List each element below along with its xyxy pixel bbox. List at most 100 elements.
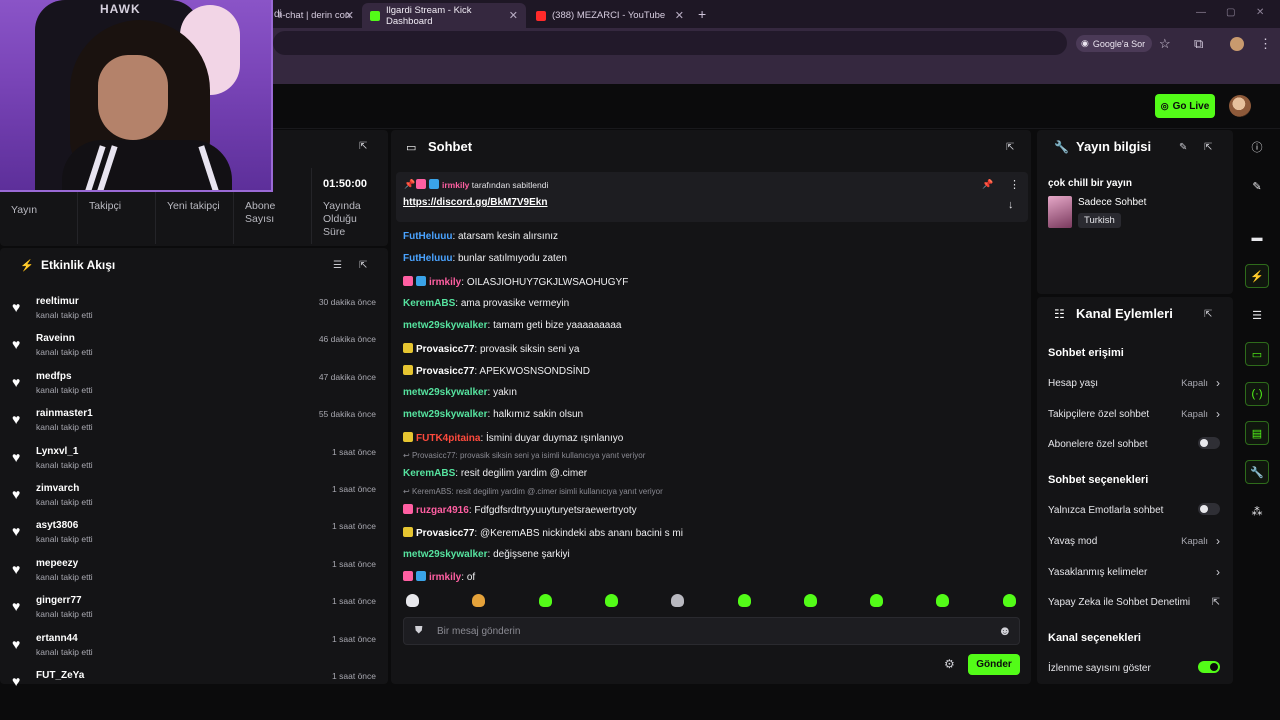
chat-username[interactable]: irmkily xyxy=(429,572,461,583)
chevron-right-icon[interactable]: › xyxy=(1216,407,1220,421)
monitor-icon[interactable]: ▬ xyxy=(1245,226,1269,250)
list-item[interactable]: ♥ Lynxvl_1 kanalı takip etti 1 saat önce xyxy=(12,446,378,482)
emote-icon[interactable] xyxy=(538,594,552,607)
chat-message[interactable]: metw29skywalker: yakın xyxy=(403,387,517,398)
chat-username[interactable]: FutHeluuu xyxy=(403,253,452,264)
list-item[interactable]: ♥ reeltimur kanalı takip etti 30 dakika önc… xyxy=(12,296,378,332)
emote-icon[interactable] xyxy=(936,594,950,607)
option-row[interactable]: İzlenme sayısını göster xyxy=(1048,660,1222,674)
toggle-switch[interactable] xyxy=(1198,437,1220,450)
emote-icon[interactable] xyxy=(803,594,817,607)
chat-username[interactable]: metw29skywalker xyxy=(403,387,488,398)
list-item[interactable]: ♥ gingerr77 kanalı takip etti 1 saat önce xyxy=(12,595,378,631)
chat-message[interactable]: Provasicc77: @KeremABS nickindeki abs an… xyxy=(403,526,683,539)
wrench-icon[interactable]: 🔧 xyxy=(1245,460,1269,484)
bookmark-star-icon[interactable]: ☆ xyxy=(1159,36,1171,52)
url-text[interactable]: di xyxy=(274,9,282,20)
chat-username[interactable]: Provasicc77 xyxy=(416,528,474,539)
option-row[interactable]: Yavaş mod Kapalı › xyxy=(1048,534,1222,548)
chat-message[interactable]: irmkily: of xyxy=(403,571,475,583)
stats-icon[interactable]: ▤ xyxy=(1245,421,1269,445)
option-row[interactable]: Takipçilere özel sohbet Kapalı › xyxy=(1048,407,1222,421)
toggle-switch[interactable] xyxy=(1198,660,1220,673)
filter-icon[interactable]: ☰ xyxy=(333,260,342,271)
chat-username[interactable]: irmkily xyxy=(429,277,461,288)
emote-icon[interactable] xyxy=(737,594,751,607)
url-field[interactable] xyxy=(273,31,1067,55)
emote-icon[interactable] xyxy=(472,594,486,607)
edit-icon[interactable]: ✎ xyxy=(1245,174,1269,198)
list-item[interactable]: ♥ FUT_ZeYa 1 saat önce xyxy=(12,670,378,706)
gear-icon[interactable]: ⚙ xyxy=(944,657,955,671)
avatar[interactable] xyxy=(1229,95,1251,117)
browser-menu-icon[interactable]: ⋮ xyxy=(1259,36,1272,52)
chat-username[interactable]: FUTK4pitaina xyxy=(416,433,480,444)
external-link-icon[interactable]: ⇱ xyxy=(1212,597,1220,608)
emoji-icon[interactable]: ☻ xyxy=(998,623,1012,638)
chevron-right-icon[interactable]: › xyxy=(1216,534,1220,548)
chat-input[interactable]: ⛊ Bir mesaj gönderin ☻ xyxy=(403,617,1020,645)
close-icon[interactable]: ✕ xyxy=(509,9,518,22)
chevron-right-icon[interactable]: › xyxy=(1216,565,1220,579)
browser-tab[interactable]: (388) MEZARCI - YouTube ✕ xyxy=(528,3,692,28)
expand-icon[interactable]: ⇱ xyxy=(1204,142,1212,153)
go-live-button[interactable]: ◎ Go Live xyxy=(1155,94,1215,118)
chat-message[interactable]: irmkily: OILASJIOHUY7GKJLWSAOHUGYF xyxy=(403,275,628,288)
emote-icon[interactable] xyxy=(406,594,419,607)
expand-icon[interactable]: ⇱ xyxy=(1006,142,1014,153)
close-icon[interactable]: ✕ xyxy=(345,9,354,22)
send-button[interactable]: Gönder xyxy=(968,654,1020,675)
list-item[interactable]: ♥ Raveinn kanalı takip etti 46 dakika önce xyxy=(12,333,378,369)
profile-avatar-icon[interactable] xyxy=(1230,37,1244,51)
expand-icon[interactable]: ⇱ xyxy=(359,260,367,271)
option-row[interactable]: Abonelere özel sohbet xyxy=(1048,437,1222,450)
expand-icon[interactable]: ⇱ xyxy=(359,141,367,152)
chat-username[interactable]: metw29skywalker xyxy=(403,320,488,331)
maximize-icon[interactable]: ▢ xyxy=(1226,7,1235,18)
new-tab-icon[interactable]: + xyxy=(698,6,706,22)
minimize-icon[interactable]: — xyxy=(1196,7,1206,18)
browser-tab-active[interactable]: Ilgardi Stream - Kick Dashboard ✕ xyxy=(362,3,526,28)
chat-username[interactable]: ruzgar4916 xyxy=(416,505,469,516)
chat-bubble-icon[interactable]: ▭ xyxy=(1245,342,1269,366)
emote-icon[interactable] xyxy=(870,594,884,607)
chat-message[interactable]: metw29skywalker: tamam geti bize yaaaaaa… xyxy=(403,320,622,331)
chat-username[interactable]: KeremABS xyxy=(403,298,455,309)
pinned-link[interactable]: https://discord.gg/BkM7V9Ekn xyxy=(403,197,547,208)
chat-username[interactable]: metw29skywalker xyxy=(403,549,488,560)
pinned-message[interactable]: 📌 irmkily tarafından sabitlendi https://… xyxy=(396,172,1028,222)
broadcast-icon[interactable]: (·) xyxy=(1245,382,1269,406)
category-value[interactable]: Sadece Sohbet xyxy=(1078,197,1146,208)
chevron-right-icon[interactable]: › xyxy=(1216,376,1220,390)
chat-username[interactable]: Provasicc77 xyxy=(416,366,474,377)
apps-icon[interactable]: ⁂ xyxy=(1245,499,1269,523)
window-close-icon[interactable]: ✕ xyxy=(1256,7,1264,18)
chat-username[interactable]: Provasicc77 xyxy=(416,344,474,355)
chat-message[interactable]: metw29skywalker: değişsene şarkiyi xyxy=(403,549,570,560)
list-item[interactable]: ♥ zimvarch kanalı takip etti 1 saat önce xyxy=(12,483,378,519)
chat-message[interactable]: Provasicc77: provasik siksin seni ya xyxy=(403,342,579,355)
option-row[interactable]: Yasaklanmış kelimeler › xyxy=(1048,565,1222,579)
edit-icon[interactable]: ✎ xyxy=(1179,142,1187,153)
list-icon[interactable]: ☰ xyxy=(1245,303,1269,327)
list-item[interactable]: ♥ rainmaster1 kanalı takip etti 55 dakika ö… xyxy=(12,408,378,444)
pin-icon[interactable]: 📌 xyxy=(982,179,993,190)
chat-username[interactable]: metw29skywalker xyxy=(403,409,488,420)
option-row[interactable]: Yalnızca Emotlarla sohbet xyxy=(1048,503,1222,516)
emote-icon[interactable] xyxy=(671,594,685,607)
option-row[interactable]: Hesap yaşı Kapalı › xyxy=(1048,376,1222,390)
arrow-down-icon[interactable]: ↓ xyxy=(1008,199,1014,211)
more-options-icon[interactable]: ⋮ xyxy=(1009,178,1020,191)
chat-message[interactable]: KeremABS: resit degilim yardim @.cimer xyxy=(403,468,587,479)
chat-message[interactable]: FUTK4pitaina: İsmini duyar duymaz ışınla… xyxy=(403,431,623,444)
info-icon[interactable]: ⓘ xyxy=(1245,135,1269,159)
expand-icon[interactable]: ⇱ xyxy=(1204,309,1212,320)
chat-username[interactable]: KeremABS xyxy=(403,468,455,479)
chat-username[interactable]: FutHeluuu xyxy=(403,231,452,242)
option-row[interactable]: Yapay Zeka ile Sohbet Denetimi ⇱ xyxy=(1048,597,1222,608)
browser-tab[interactable]: li-chat | derin con ✕ xyxy=(270,3,362,28)
emote-icon[interactable] xyxy=(1002,594,1016,607)
list-item[interactable]: ♥ mepeezy kanalı takip etti 1 saat önce xyxy=(12,558,378,594)
google-ask-chip[interactable]: ◉ Google'a Sor xyxy=(1076,35,1153,52)
extensions-icon[interactable]: ⧉ xyxy=(1194,36,1203,52)
